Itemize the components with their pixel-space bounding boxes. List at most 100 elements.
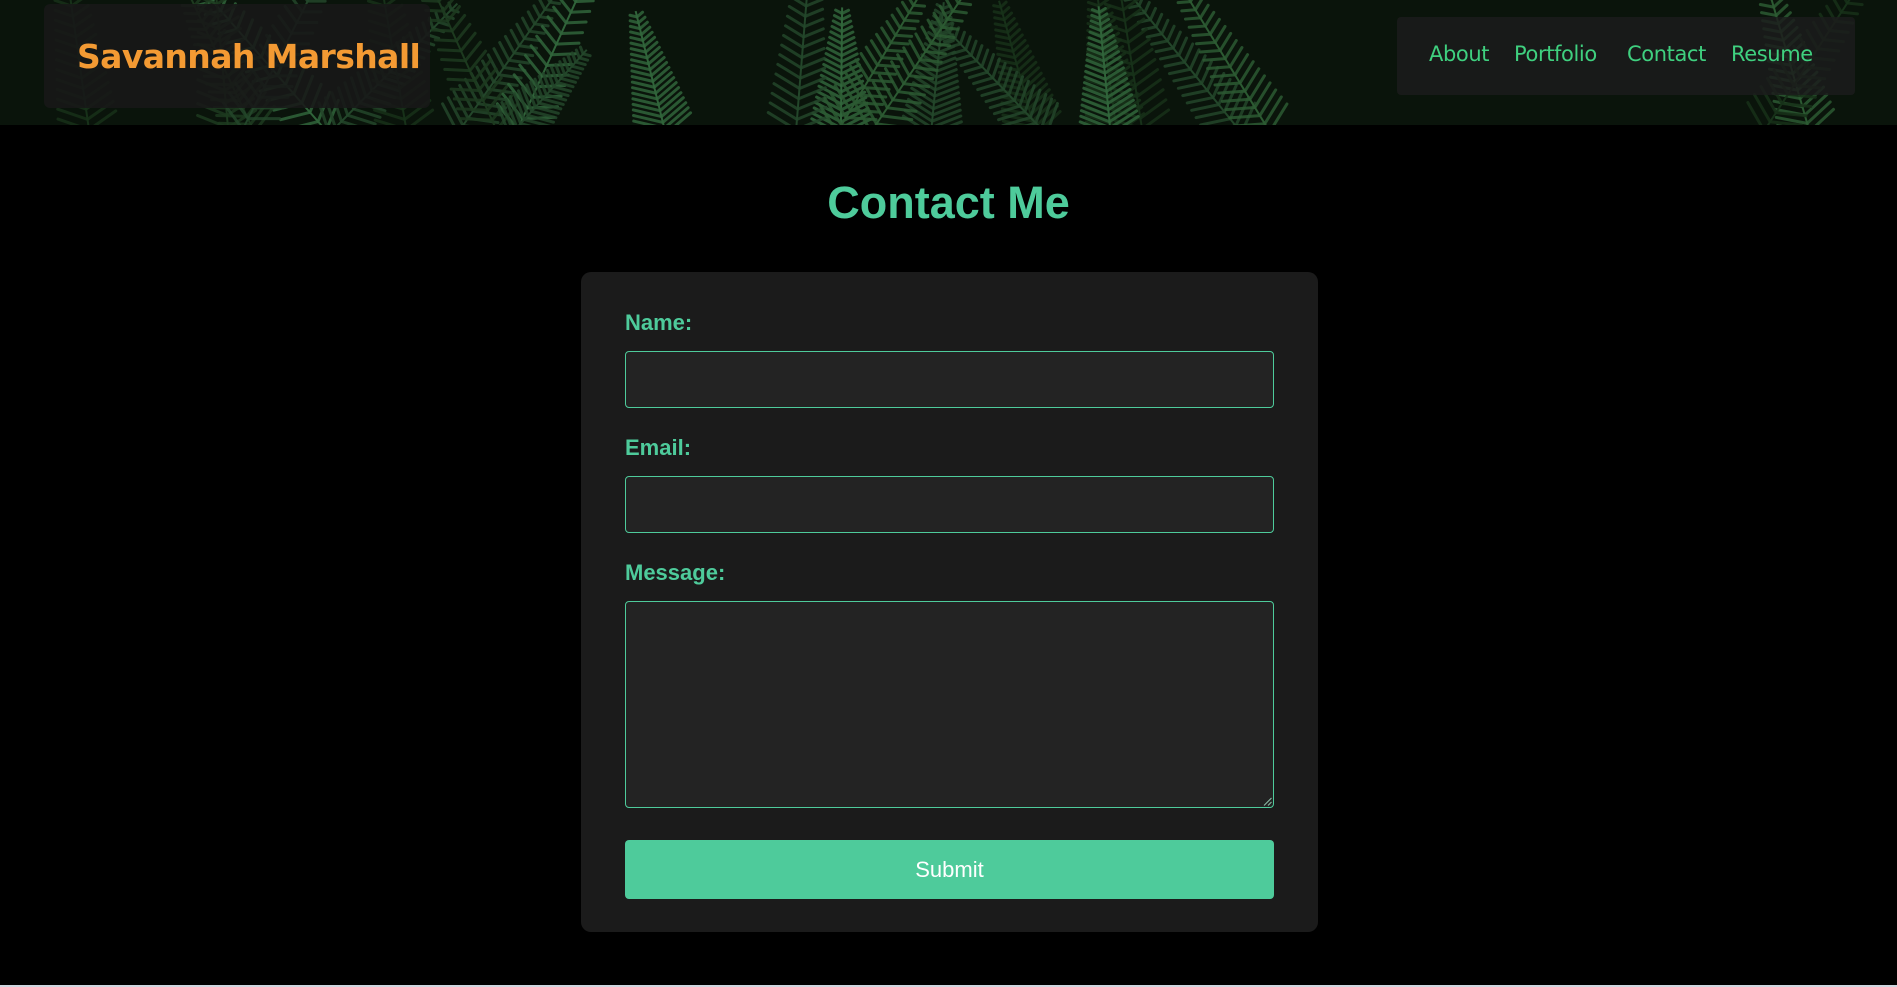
fern-leaflet [920, 25, 933, 45]
fern-leaflet [628, 19, 640, 25]
fern-leaflet [1086, 0, 1101, 8]
fern-leaflet [578, 45, 585, 56]
nav-link-about[interactable]: About [1429, 44, 1489, 65]
fern-leaflet [908, 0, 915, 7]
fern-leaflet [540, 25, 558, 46]
fern-leaflet [890, 13, 902, 30]
resize-grip-icon[interactable] [1263, 797, 1272, 806]
email-input[interactable] [625, 476, 1274, 533]
fern-leaflet [1839, 10, 1859, 16]
fern-leaflet [1208, 17, 1221, 36]
fern-leaflet [1202, 57, 1227, 62]
fern-leaflet [1165, 24, 1176, 43]
fern-leaflet [631, 86, 658, 95]
fern-leaflet [1018, 60, 1038, 79]
fern-leaflet [1199, 117, 1232, 125]
message-textarea[interactable] [625, 601, 1274, 808]
fern-leaflet [829, 30, 844, 40]
fern-leaflet [1171, 30, 1182, 50]
fern-leaflet [455, 107, 490, 112]
fern-leaflet [507, 58, 531, 65]
fern-leaflet [964, 35, 972, 52]
fern-leaflet [509, 28, 521, 48]
fern-leaflet [1190, 103, 1221, 112]
fern-leaflet [1193, 0, 1204, 12]
fern-leaflet [804, 0, 824, 8]
fern-leaflet [1759, 11, 1778, 17]
fern-leaflet [449, 87, 481, 92]
fern-leaflet [898, 26, 917, 31]
fern-leaflet [346, 113, 377, 125]
fern-leaflet [766, 111, 792, 125]
fern-leaflet [959, 59, 979, 68]
fern-leaflet [785, 14, 806, 29]
fern-leaflet [1213, 24, 1227, 44]
nav-link-contact[interactable]: Contact [1627, 44, 1706, 65]
fern-leaflet [1183, 16, 1202, 21]
fern-leaflet [1145, 108, 1171, 125]
fern-leaflet [1160, 18, 1170, 36]
fern-leaflet [907, 11, 923, 16]
fern-leaflet [1845, 1, 1864, 7]
fern-leaflet [830, 24, 844, 34]
page-title: Contact Me [827, 177, 1070, 228]
submit-button[interactable]: Submit [625, 840, 1274, 899]
fern-leaflet [907, 74, 935, 81]
fern-leaflet [630, 75, 655, 83]
fern-leaflet [874, 122, 898, 125]
fern-leaflet [908, 39, 922, 61]
fern-leaflet [954, 0, 960, 5]
email-label: Email: [625, 435, 692, 460]
fern-leaflet [1154, 12, 1164, 29]
fern-leaflet [1220, 97, 1252, 103]
fern-leaflet [526, 10, 537, 26]
brand-name[interactable]: Savannah Marshall [77, 37, 421, 76]
brand-box[interactable]: Savannah Marshall [44, 4, 430, 108]
fern-leaflet [427, 18, 450, 23]
fern-leaflet [628, 13, 639, 19]
fern-leaflet [1843, 0, 1849, 5]
fern-leaflet [559, 76, 577, 84]
fern-leaflet [802, 27, 825, 39]
fern-leaflet [1206, 65, 1232, 70]
message-label: Message: [625, 560, 726, 585]
fern-leaflet [975, 44, 984, 63]
nav-link-portfolio[interactable]: Portfolio [1514, 44, 1597, 65]
fern-leaflet [1154, 46, 1175, 54]
fern-leaflet [800, 46, 826, 60]
fern-leaflet [1172, 74, 1198, 83]
fern-leaflet [433, 38, 459, 43]
fern-leaflet [1194, 110, 1226, 120]
fern-leaflet [562, 57, 570, 72]
fern-leaflet [430, 28, 454, 33]
fern-leaflet [538, 0, 547, 11]
fern-leaflet [1004, 17, 1016, 28]
fern-leaflet [552, 5, 568, 25]
fern-leaflet [1176, 81, 1204, 90]
fern-leaflet [1167, 67, 1192, 76]
fern-leaflet [967, 70, 989, 80]
fern-leaflet [992, 4, 1003, 9]
fern-leaflet [1198, 48, 1222, 54]
fern-leaflet [1187, 24, 1207, 29]
fern-leaflet [884, 48, 907, 54]
fern-leaflet [498, 41, 511, 62]
fern-leaflet [503, 34, 516, 55]
fern-leaflet [780, 43, 804, 60]
name-input[interactable] [625, 351, 1274, 408]
fern-leaflet [896, 53, 911, 78]
fern-leaflet [992, 10, 1005, 15]
fern-leaflet [998, 77, 1024, 85]
fern-leaflet [559, 31, 585, 36]
fern-leaflet [304, 0, 310, 3]
fern-leaflet [980, 87, 1005, 98]
fern-leaflet [1128, 37, 1151, 55]
nav-link-resume[interactable]: Resume [1731, 44, 1813, 65]
fern-leaflet [546, 15, 563, 36]
fern-leaflet [802, 17, 825, 29]
fern-leaflet [801, 37, 826, 49]
fern-leaflet [547, 0, 552, 4]
fern-leaflet [279, 110, 312, 122]
fern-leaflet [1148, 6, 1157, 22]
fern-leaflet [649, 60, 669, 78]
